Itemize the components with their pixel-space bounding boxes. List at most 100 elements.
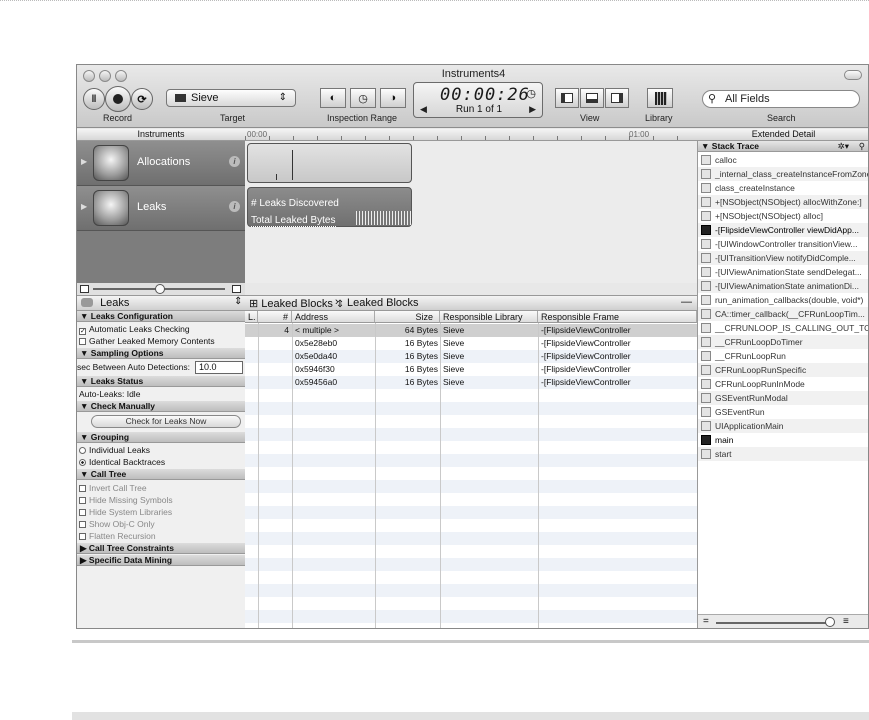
pause-button[interactable]: ‖ — [83, 88, 105, 110]
column-divider — [538, 323, 539, 628]
call-tree-constraints-header[interactable]: ▶ Call Tree Constraints — [77, 543, 245, 554]
show-objc-only-checkbox[interactable]: Show Obj-C Only — [79, 518, 155, 530]
framework-icon — [701, 421, 711, 431]
search-input[interactable]: ⚲ All Fields — [702, 90, 860, 108]
track-zoom-slider[interactable] — [77, 283, 245, 295]
stack-frame[interactable]: +[NSObject(NSObject) allocWithZone:] — [698, 195, 868, 209]
hide-system-libraries-checkbox[interactable]: Hide System Libraries — [79, 506, 172, 518]
next-run-button[interactable]: ▶ — [529, 104, 536, 115]
leaked-blocks-table: L. # Address Size Responsible Library Re… — [245, 311, 697, 628]
invert-call-tree-checkbox[interactable]: Invert Call Tree — [79, 482, 147, 494]
stack-frame[interactable]: -[FlipsideViewController viewDidApp... — [698, 223, 868, 237]
view-bottom-pane-button[interactable] — [580, 88, 604, 108]
stack-frame[interactable]: UIApplicationMain — [698, 419, 868, 433]
individual-leaks-radio[interactable]: Individual Leaks — [79, 444, 150, 456]
view-left-pane-button[interactable] — [555, 88, 579, 108]
left-pane-icon — [561, 93, 573, 103]
stack-frame[interactable]: -[UIViewAnimationState sendDelegat... — [698, 265, 868, 279]
leaks-status-header[interactable]: ▼ Leaks Status — [77, 376, 245, 387]
stack-frame[interactable]: start — [698, 447, 868, 461]
flatten-recursion-checkbox[interactable]: Flatten Recursion — [79, 530, 156, 542]
zoom-slider-knob[interactable] — [155, 284, 165, 294]
interval-input[interactable]: 10.0 — [195, 361, 243, 374]
search-icon[interactable]: ⚲ — [859, 141, 865, 152]
column-header-size[interactable]: Size — [375, 311, 440, 323]
inspection-start-icon: ◐ — [329, 92, 337, 104]
check-for-leaks-now-button[interactable]: Check for Leaks Now — [91, 415, 241, 428]
column-header-leak[interactable]: L. — [245, 311, 258, 323]
stack-frame[interactable]: -[UITransitionView notifyDidComple... — [698, 251, 868, 265]
gear-icon[interactable]: ✲▾ — [838, 141, 849, 152]
stack-frame[interactable]: main — [698, 433, 868, 447]
loop-button[interactable]: ⟳ — [131, 88, 153, 110]
inspection-end-button[interactable]: ◑ — [380, 88, 406, 108]
inspection-clear-button[interactable]: ◷ — [350, 88, 376, 108]
specific-data-mining-header[interactable]: ▶ Specific Data Mining — [77, 555, 245, 566]
inspection-start-button[interactable]: ◐ — [320, 88, 346, 108]
column-header-library[interactable]: Responsible Library — [440, 311, 538, 323]
grouping-header[interactable]: ▼ Grouping — [77, 432, 245, 443]
cell-address: 0x5e0da40 — [295, 351, 338, 361]
hide-missing-symbols-checkbox[interactable]: Hide Missing Symbols — [79, 494, 173, 506]
breadcrumb[interactable]: Leaked Blocks — [347, 297, 419, 309]
stack-frame[interactable]: _internal_class_createInstanceFromZone — [698, 167, 868, 181]
leaks-track[interactable]: # Leaks Discovered Total Leaked Bytes — [247, 187, 412, 227]
stack-frame[interactable]: -[UIViewAnimationState animationDi... — [698, 279, 868, 293]
timeline-ruler[interactable]: 00:00 01:00 — [245, 129, 697, 141]
stack-frame[interactable]: GSEventRunModal — [698, 391, 868, 405]
column-header-count[interactable]: # — [258, 311, 292, 323]
user-code-icon — [701, 225, 711, 235]
stack-frame[interactable]: __CFRunLoopRun — [698, 349, 868, 363]
instrument-row-allocations[interactable]: ▶ Allocations i — [77, 141, 245, 186]
sampling-options-header[interactable]: ▼ Sampling Options — [77, 348, 245, 359]
stack-frame[interactable]: CA::timer_callback(__CFRunLoopTim... — [698, 307, 868, 321]
stack-frame[interactable]: GSEventRun — [698, 405, 868, 419]
stack-trace-header[interactable]: ▼ Stack Trace ✲▾ ⚲ — [698, 141, 868, 152]
instrument-row-leaks[interactable]: ▶ Leaks i — [77, 186, 245, 231]
stack-frame[interactable]: -[UIWindowController transitionView... — [698, 237, 868, 251]
identical-backtraces-radio[interactable]: Identical Backtraces — [79, 456, 165, 468]
instrument-selector[interactable]: Leaks — [81, 297, 129, 309]
view-selector[interactable]: ⊞ Leaked Blocks ⇕ — [249, 297, 344, 310]
collapse-icon[interactable]: — — [681, 296, 692, 308]
stack-frame[interactable]: run_animation_callbacks(double, void*) — [698, 293, 868, 307]
disclosure-triangle-icon[interactable]: ▶ — [81, 157, 87, 166]
library-button[interactable] — [647, 88, 673, 108]
stack-frame[interactable]: __CFRUNLOOP_IS_CALLING_OUT_TO... — [698, 321, 868, 335]
view-right-pane-button[interactable] — [605, 88, 629, 108]
stack-frame[interactable]: CFRunLoopRunInMode — [698, 377, 868, 391]
leaks-configuration-header[interactable]: ▼ Leaks Configuration — [77, 311, 245, 322]
disclosure-triangle-icon[interactable]: ▶ — [81, 202, 87, 211]
column-header-address[interactable]: Address — [292, 311, 375, 323]
automatic-leaks-checkbox[interactable]: ✓ Automatic Leaks Checking — [79, 323, 190, 335]
zoom-large-icon — [232, 285, 241, 293]
allocations-track[interactable] — [247, 143, 412, 183]
column-header-frame[interactable]: Responsible Frame — [538, 311, 697, 323]
cell-size: 16 Bytes — [404, 351, 438, 361]
record-button[interactable] — [105, 86, 131, 112]
column-divider — [258, 323, 259, 628]
toolbar-toggle-button[interactable] — [844, 70, 862, 80]
check-manually-header[interactable]: ▼ Check Manually — [77, 401, 245, 412]
stack-frame[interactable]: CFRunLoopRunSpecific — [698, 363, 868, 377]
compact-view-icon[interactable]: = — [703, 616, 709, 627]
info-icon[interactable]: i — [229, 201, 240, 212]
target-select[interactable]: Sieve ⇕ — [166, 89, 296, 107]
gather-leaked-memory-checkbox[interactable]: Gather Leaked Memory Contents — [79, 335, 215, 347]
framework-icon — [701, 379, 711, 389]
call-tree-header[interactable]: ▼ Call Tree — [77, 469, 245, 480]
stack-frame[interactable]: +[NSObject(NSObject) alloc] — [698, 209, 868, 223]
track-area[interactable]: # Leaks Discovered Total Leaked Bytes — [245, 141, 697, 283]
table-row-empty — [245, 389, 697, 402]
detail-slider-track[interactable] — [716, 622, 826, 624]
stack-frame[interactable]: class_createInstance — [698, 181, 868, 195]
search-icon: ⚲ — [708, 93, 717, 105]
expanded-view-icon[interactable]: ≡ — [843, 616, 849, 627]
stack-frame[interactable]: __CFRunLoopDoTimer — [698, 335, 868, 349]
cell-size: 64 Bytes — [404, 325, 438, 335]
stack-frame[interactable]: calloc — [698, 153, 868, 167]
info-icon[interactable]: i — [229, 156, 240, 167]
detail-slider-knob[interactable] — [825, 617, 835, 627]
leaked-bytes-bars — [356, 211, 411, 225]
framework-icon — [701, 197, 711, 207]
